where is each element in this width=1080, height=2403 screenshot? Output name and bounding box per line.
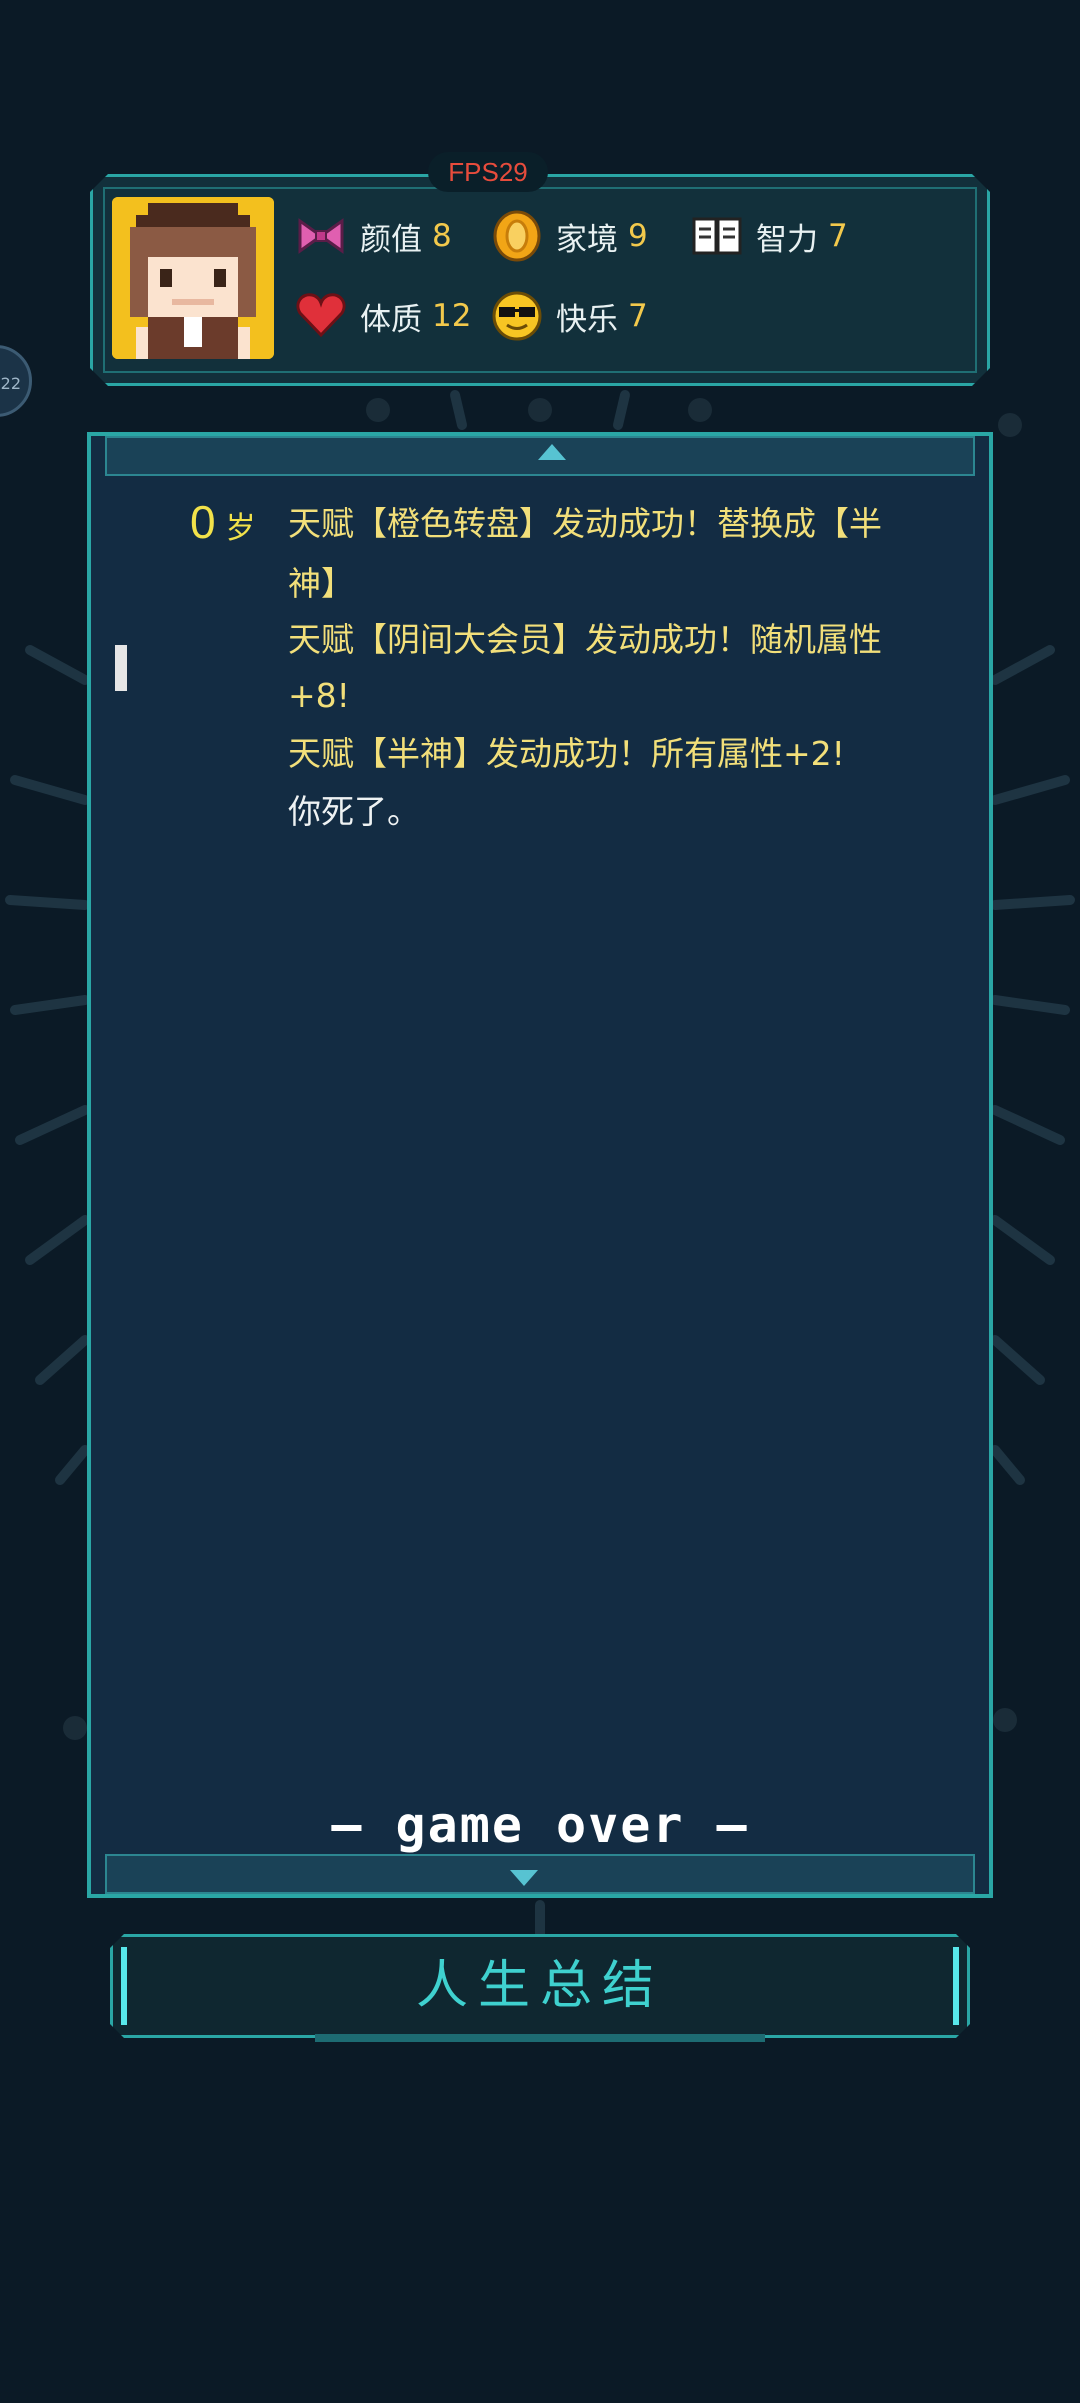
pixel-character-icon bbox=[112, 197, 274, 359]
button-underline bbox=[315, 2034, 765, 2042]
scroll-indicator bbox=[115, 645, 127, 691]
stat-label: 颜值 bbox=[360, 221, 422, 258]
age-value: 0 bbox=[190, 496, 216, 548]
age-unit: 岁 bbox=[225, 511, 256, 546]
stat-value: 9 bbox=[628, 218, 648, 254]
stat-label: 快乐 bbox=[556, 301, 618, 338]
log-line: 天赋【橙色转盘】发动成功！替换成【半 bbox=[288, 504, 882, 543]
life-summary-label: 人生总结 bbox=[415, 1956, 664, 2016]
stat-value: 7 bbox=[828, 218, 848, 254]
stat-value: 12 bbox=[432, 298, 472, 334]
sunglasses-face-icon bbox=[492, 291, 542, 341]
stat-value: 8 bbox=[432, 218, 452, 254]
stat-family: 家境 9 bbox=[490, 208, 648, 264]
stat-label: 家境 bbox=[556, 221, 618, 258]
stat-appearance: 颜值 8 bbox=[294, 208, 452, 264]
coin-icon bbox=[493, 210, 541, 262]
stat-label: 智力 bbox=[756, 221, 818, 258]
stat-constitution: 体质 12 bbox=[294, 288, 471, 344]
heart-icon bbox=[296, 293, 346, 338]
log-line: +8! bbox=[288, 676, 350, 715]
age-label: 0 岁 bbox=[190, 495, 256, 549]
button-accent-left bbox=[121, 1947, 127, 2025]
book-icon bbox=[692, 217, 742, 255]
game-over-label: — game over — bbox=[331, 1796, 749, 1854]
avatar bbox=[112, 197, 274, 359]
fps-counter: FPS29 bbox=[428, 152, 548, 192]
stat-happiness: 快乐 7 bbox=[490, 288, 648, 344]
stat-value: 7 bbox=[628, 298, 648, 334]
log-line: 神】 bbox=[288, 564, 354, 603]
stat-intelligence: 智力 7 bbox=[690, 208, 848, 264]
log-line: 天赋【半神】发动成功！所有属性+2! bbox=[288, 734, 845, 773]
scroll-up-icon[interactable] bbox=[538, 444, 566, 460]
bow-icon bbox=[298, 218, 344, 254]
scroll-down-bar[interactable] bbox=[105, 1854, 975, 1894]
button-accent-right bbox=[953, 1947, 959, 2025]
log-line: 天赋【阴间大会员】发动成功！随机属性 bbox=[288, 620, 882, 659]
log-line: 你死了。 bbox=[288, 792, 420, 831]
life-summary-button[interactable]: 人生总结 bbox=[110, 1934, 970, 2038]
stat-label: 体质 bbox=[360, 301, 422, 338]
scroll-down-icon[interactable] bbox=[510, 1870, 538, 1886]
